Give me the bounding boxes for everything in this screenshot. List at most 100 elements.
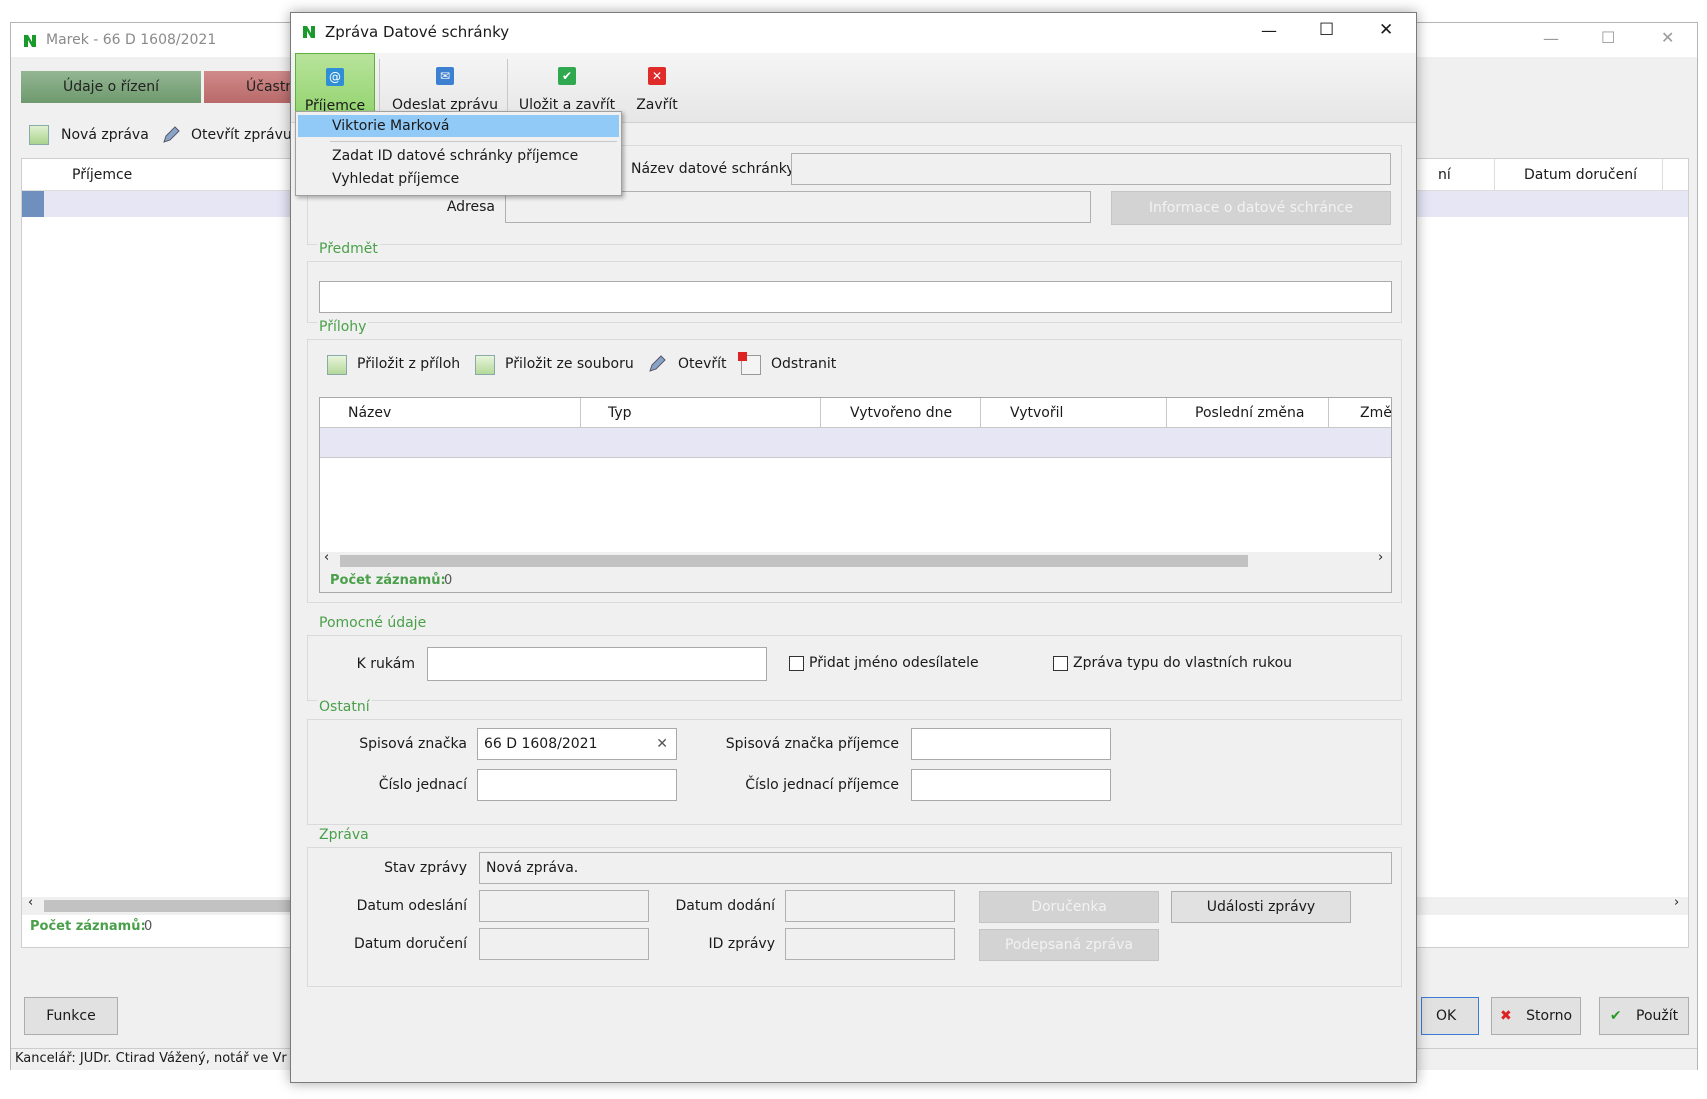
auxiliary-group-label: Pomocné údaje — [317, 615, 429, 631]
remove-attachment-button[interactable]: Odstranit — [771, 356, 836, 372]
sent-date-label: Datum odeslání — [356, 898, 467, 914]
column-created-by[interactable]: Vytvořil — [1010, 405, 1063, 421]
remove-attachment-icon — [738, 352, 761, 375]
functions-label: Funkce — [46, 1008, 96, 1024]
check-icon: ✔ — [558, 67, 576, 85]
apply-button[interactable]: ✔ Použít — [1599, 997, 1689, 1035]
scroll-left-icon[interactable]: ‹ — [28, 895, 33, 910]
minimize-icon[interactable]: — — [1543, 29, 1559, 48]
cancel-button[interactable]: ✖ Storno — [1491, 997, 1581, 1035]
cancel-x-icon: ✖ — [1499, 1008, 1512, 1024]
menu-separator — [330, 141, 617, 142]
message-group-label: Zpráva — [317, 827, 371, 843]
column-type[interactable]: Typ — [608, 405, 632, 421]
subject-group-label: Předmět — [317, 241, 380, 257]
state-label: Stav zprávy — [384, 860, 467, 876]
own-hands-label[interactable]: Zpráva typu do vlastních rukou — [1073, 655, 1292, 671]
record-count-value: 0 — [144, 919, 153, 934]
column-recipient[interactable]: Příjemce — [72, 167, 132, 183]
ok-button[interactable]: OK — [1421, 997, 1479, 1035]
message-id-field — [785, 928, 955, 960]
clear-icon[interactable]: ✕ — [656, 729, 668, 759]
databox-info-label: Informace o datové schránce — [1148, 200, 1354, 216]
sent-date-field — [479, 890, 649, 922]
state-field: Nová zpráva. — [479, 852, 1392, 884]
menu-item-search-recipient[interactable]: Vyhledat příjemce — [298, 168, 619, 190]
close-icon[interactable]: ✕ — [1661, 28, 1674, 47]
ref-number-input[interactable] — [477, 769, 677, 801]
close-button[interactable]: ✕ Zavřít — [623, 53, 691, 123]
databox-name-label: Název datové schránky — [631, 161, 795, 177]
column-delivered[interactable]: Datum doručení — [1524, 167, 1637, 183]
file-ref-input[interactable]: 66 D 1608/2021 ✕ — [477, 728, 677, 760]
menu-item-label: Vyhledat příjemce — [332, 171, 460, 187]
maximize-icon[interactable]: ☐ — [1319, 20, 1334, 40]
table-row[interactable] — [320, 428, 1391, 458]
cancel-label: Storno — [1526, 1008, 1573, 1024]
new-message-button[interactable]: Nová zpráva — [61, 127, 149, 143]
close-x-icon: ✕ — [648, 67, 666, 85]
column-created-date[interactable]: Vytvořeno dne — [850, 405, 952, 421]
signed-message-button[interactable]: Podepsaná zpráva — [979, 929, 1159, 961]
maximize-icon[interactable]: ☐ — [1601, 28, 1615, 47]
attachments-count-value: 0 — [444, 573, 453, 588]
row-indicator — [22, 191, 44, 217]
minimize-icon[interactable]: — — [1261, 21, 1277, 40]
background-window-title: Marek - 66 D 1608/2021 — [46, 32, 217, 48]
tab-case-data[interactable]: Údaje o řízení — [21, 71, 201, 103]
close-icon[interactable]: ✕ — [1379, 20, 1393, 40]
ribbon-separator — [507, 59, 508, 117]
delivery-date-label: Datum doručení — [354, 936, 467, 952]
databox-name-field[interactable] — [791, 153, 1391, 185]
remove-badge-icon — [738, 352, 747, 361]
send-mail-icon: ✉ — [436, 67, 454, 85]
column-changed-by[interactable]: Změ — [1360, 405, 1392, 421]
add-sender-name-label[interactable]: Přidat jméno odesílatele — [809, 655, 979, 671]
recipient-ref-number-input[interactable] — [911, 769, 1111, 801]
subject-input[interactable] — [319, 281, 1392, 313]
column-name[interactable]: Název — [348, 405, 391, 421]
attachments-table: Název Typ Vytvořeno dne Vytvořil Posledn… — [319, 397, 1392, 593]
attach-from-attachments-button[interactable]: Přiložit z příloh — [357, 356, 460, 372]
own-hands-checkbox[interactable] — [1053, 656, 1068, 671]
receipt-label: Doručenka — [1031, 899, 1107, 915]
file-ref-value: 66 D 1608/2021 — [484, 736, 598, 752]
delivery-date-field — [479, 928, 649, 960]
column-last-change[interactable]: Poslední změna — [1195, 405, 1304, 421]
close-label: Zavřít — [636, 97, 678, 113]
new-message-icon — [29, 125, 49, 145]
column-partial[interactable]: ní — [1438, 167, 1451, 183]
attach-from-attachments-icon — [327, 355, 347, 375]
scroll-right-icon[interactable]: › — [1378, 550, 1383, 565]
recipient-file-ref-label: Spisová značka příjemce — [725, 736, 899, 752]
app-logo-icon — [24, 35, 36, 47]
open-attachment-button[interactable]: Otevřít — [678, 356, 727, 372]
apply-label: Použít — [1636, 1008, 1679, 1024]
add-sender-name-checkbox[interactable] — [789, 656, 804, 671]
scroll-left-icon[interactable]: ‹ — [324, 550, 329, 565]
attachments-count-label: Počet záznamů: — [330, 573, 446, 588]
scrollbar-thumb[interactable] — [340, 555, 1248, 567]
receipt-button[interactable]: Doručenka — [979, 891, 1159, 923]
menu-item-enter-databox-id[interactable]: Zadat ID datové schránky příjemce — [298, 145, 619, 167]
open-message-button[interactable]: Otevřít zprávu — [191, 127, 292, 143]
dialog-titlebar: Zpráva Datové schránky — ☐ ✕ — [291, 13, 1416, 53]
file-ref-label: Spisová značka — [359, 736, 467, 752]
app-logo-icon — [303, 26, 315, 38]
databox-info-button[interactable]: Informace o datové schránce — [1111, 191, 1391, 225]
message-events-button[interactable]: Události zprávy — [1171, 891, 1351, 923]
menu-item-label: Zadat ID datové schránky příjemce — [332, 148, 579, 164]
ribbon-separator — [379, 59, 380, 117]
attach-from-file-icon — [475, 355, 495, 375]
scroll-right-icon[interactable]: › — [1674, 895, 1679, 910]
check-icon: ✔ — [1609, 1008, 1622, 1024]
menu-item-recipient-contact[interactable]: Viktorie Marková — [298, 115, 619, 137]
scrollbar-thumb[interactable] — [44, 900, 304, 912]
other-group-label: Ostatní — [317, 699, 372, 715]
attach-from-file-button[interactable]: Přiložit ze souboru — [505, 356, 634, 372]
attention-input[interactable] — [427, 647, 767, 681]
dialog-title: Zpráva Datové schránky — [325, 23, 510, 41]
pencil-icon — [163, 126, 180, 143]
recipient-file-ref-input[interactable] — [911, 728, 1111, 760]
functions-button[interactable]: Funkce — [24, 997, 118, 1035]
